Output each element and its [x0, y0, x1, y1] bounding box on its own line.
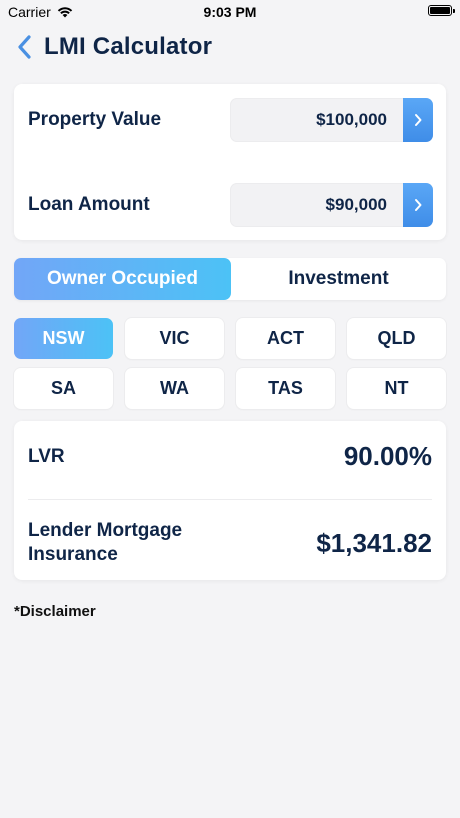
lvr-label: LVR [28, 446, 65, 467]
loan-amount-arrow-button[interactable] [403, 183, 433, 227]
page-title: LMI Calculator [44, 33, 213, 60]
property-value-amount: $100,000 [316, 110, 387, 129]
lvr-value: 90.00% [343, 441, 432, 471]
state-qld-button[interactable]: QLD [347, 318, 446, 359]
loan-amount-value: $90,000 [325, 195, 387, 214]
occupancy-segmented-control: Owner Occupied Investment [14, 258, 446, 300]
property-value-field[interactable]: $100,000 [230, 98, 433, 142]
results-card: LVR 90.00% Lender Mortgage Insurance $1,… [14, 421, 446, 580]
state-nsw-button[interactable]: NSW [14, 318, 113, 359]
state-wa-button[interactable]: WA [125, 368, 224, 409]
chevron-right-icon [415, 114, 422, 126]
state-nt-button[interactable]: NT [347, 368, 446, 409]
lmi-label-line1: Lender Mortgage [28, 520, 183, 541]
lmi-label-line2: Insurance [28, 544, 118, 565]
navigation-bar: LMI Calculator [0, 28, 460, 68]
chevron-left-icon [18, 35, 31, 59]
input-card: Property Value $100,000 Loan Amount $90,… [14, 84, 446, 240]
segment-investment[interactable]: Investment [231, 258, 446, 300]
lmi-value: $1,341.82 [316, 528, 432, 558]
loan-amount-label: Loan Amount [28, 194, 150, 215]
property-value-arrow-button[interactable] [403, 98, 433, 142]
loan-amount-field[interactable]: $90,000 [230, 183, 433, 227]
state-vic-button[interactable]: VIC [125, 318, 224, 359]
results-divider [28, 499, 432, 500]
state-tas-button[interactable]: TAS [236, 368, 335, 409]
state-sa-button[interactable]: SA [14, 368, 113, 409]
back-button[interactable] [14, 34, 36, 60]
segment-owner-occupied[interactable]: Owner Occupied [14, 258, 231, 300]
status-bar: Carrier 9:03 PM [0, 0, 460, 26]
disclaimer-link[interactable]: *Disclaimer [14, 603, 96, 620]
status-time: 9:03 PM [203, 4, 257, 20]
chevron-right-icon [415, 199, 422, 211]
battery-icon [428, 5, 455, 16]
state-act-button[interactable]: ACT [236, 318, 335, 359]
property-value-label: Property Value [28, 109, 162, 130]
lmi-label: Lender Mortgage Insurance [28, 519, 182, 567]
